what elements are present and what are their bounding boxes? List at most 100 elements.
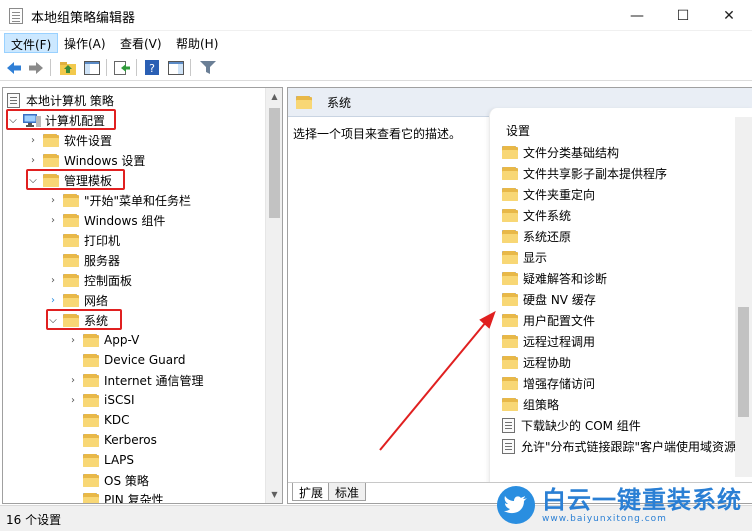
tree-item-iscsi[interactable]: › iSCSI [67, 390, 135, 410]
folder-icon [43, 153, 59, 167]
list-item[interactable]: 文件分类基础结构 [502, 142, 619, 163]
list-item[interactable]: 疑难解答和诊断 [502, 268, 607, 289]
list-item-user-profiles[interactable]: 用户配置文件 [502, 310, 595, 331]
tree-item-control-panel[interactable]: › 控制面板 [47, 270, 132, 290]
collapsed-arrow-icon[interactable]: › [67, 395, 79, 406]
tree-item-network[interactable]: › 网络 [47, 290, 108, 310]
tree-scroll-thumb[interactable] [269, 108, 280, 218]
action-pane-icon[interactable] [166, 58, 186, 77]
scroll-down-icon[interactable]: ▼ [266, 486, 282, 503]
collapsed-arrow-icon[interactable]: › [27, 135, 39, 146]
tree-item-system[interactable]: ⌵ 系统 [47, 310, 108, 330]
scroll-up-icon[interactable]: ▲ [266, 88, 282, 105]
tree-label: OS 策略 [104, 473, 149, 488]
folder-icon [502, 209, 518, 222]
tree-item-windows-settings[interactable]: › Windows 设置 [27, 150, 145, 170]
export-list-icon[interactable] [112, 58, 132, 77]
tree-item-kdc[interactable]: KDC [67, 410, 130, 430]
expand-arrow-icon[interactable]: ⌵ [27, 175, 39, 186]
close-button[interactable]: ✕ [706, 0, 752, 31]
tree-item-internet-comm[interactable]: › Internet 通信管理 [67, 370, 203, 390]
list-item[interactable]: 系统还原 [502, 226, 571, 247]
folder-icon [502, 356, 518, 369]
folder-icon [83, 413, 99, 427]
menu-file[interactable]: 文件(F) [4, 33, 59, 53]
tree-label: LAPS [104, 453, 135, 467]
folder-icon [43, 173, 59, 187]
tab-standard[interactable]: 标准 [328, 483, 367, 501]
tab-extended[interactable]: 扩展 [292, 483, 331, 501]
tree-item-os-policy[interactable]: OS 策略 [67, 470, 149, 490]
collapsed-arrow-icon[interactable]: › [47, 195, 59, 206]
list-item[interactable]: 远程协助 [502, 352, 571, 373]
list-item[interactable]: 增强存储访问 [502, 373, 595, 394]
list-item-label: 系统还原 [523, 230, 572, 244]
tree-label: 服务器 [84, 253, 121, 268]
list-item[interactable]: 文件系统 [502, 205, 571, 226]
list-item-label: 文件共享影子副本提供程序 [523, 167, 668, 181]
tree-item-computer-config[interactable]: ⌵ 计算机配置 [7, 110, 105, 130]
list-item[interactable]: 硬盘 NV 缓存 [502, 289, 596, 310]
tree-item-pin-complexity[interactable]: PIN 复杂性 [67, 489, 164, 503]
expand-arrow-icon[interactable]: ⌵ [7, 115, 19, 126]
collapsed-arrow-icon[interactable]: › [67, 375, 79, 386]
list-item[interactable]: 显示 [502, 247, 547, 268]
tree-item-printers[interactable]: 打印机 [47, 230, 120, 250]
tree-item-root[interactable]: 本地计算机 策略 [7, 90, 114, 110]
status-text: 16 个设置 [6, 513, 62, 527]
expand-arrow-icon[interactable]: ⌵ [47, 315, 59, 326]
collapsed-arrow-icon[interactable]: › [27, 155, 39, 166]
list-item[interactable]: 远程过程调用 [502, 331, 595, 352]
details-pane: 系统 选择一个项目来查看它的描述。 设置 文件分类基础结构 文件共享影子副本提供… [287, 87, 752, 504]
watermark-logo: 白云一键重装系统 www.baiyunxitong.com [497, 478, 752, 531]
show-hide-tree-icon[interactable] [82, 58, 102, 77]
tree-label: iSCSI [104, 393, 135, 407]
folder-icon [83, 333, 99, 347]
tree-item-kerberos[interactable]: Kerberos [67, 430, 157, 450]
collapsed-arrow-icon[interactable]: › [47, 215, 59, 226]
list-item[interactable]: 文件夹重定向 [502, 184, 595, 205]
back-arrow-icon[interactable] [4, 58, 24, 77]
up-folder-icon[interactable] [58, 58, 78, 77]
folder-icon [502, 146, 518, 159]
tree-scrollbar[interactable]: ▲ ▼ [265, 88, 282, 503]
tree-item-laps[interactable]: LAPS [67, 450, 134, 470]
maximize-button[interactable]: ☐ [660, 0, 706, 31]
tree-label: 打印机 [84, 233, 121, 248]
policy-item[interactable]: 下载缺少的 COM 组件 [502, 415, 641, 436]
tree-item-start-menu[interactable]: › "开始"菜单和任务栏 [47, 190, 191, 210]
policy-setting-icon [502, 418, 515, 433]
bird-logo-icon [497, 485, 535, 524]
menu-bar: 文件(F) 操作(A) 查看(V) 帮助(H) [0, 31, 752, 54]
details-scroll-thumb[interactable] [738, 307, 749, 417]
policy-item[interactable]: 允许"分布式链接跟踪"客户端使用域资源 [502, 436, 736, 457]
details-scrollbar[interactable] [735, 117, 752, 477]
menu-help[interactable]: 帮助(H) [170, 33, 224, 53]
tree-item-appv[interactable]: › App-V [67, 330, 139, 350]
folder-icon [83, 373, 99, 387]
list-item[interactable]: 文件共享影子副本提供程序 [502, 163, 667, 184]
tree-item-server[interactable]: 服务器 [47, 250, 120, 270]
settings-column-header[interactable]: 设置 [506, 122, 530, 139]
tree-item-software-settings[interactable]: › 软件设置 [27, 130, 112, 150]
menu-view[interactable]: 查看(V) [114, 33, 168, 53]
list-item[interactable]: 组策略 [502, 394, 559, 415]
list-item-label: 文件系统 [523, 209, 572, 223]
settings-list: 设置 文件分类基础结构 文件共享影子副本提供程序 文件夹重定向 文件系统 系统还… [489, 108, 752, 488]
collapsed-arrow-icon[interactable]: › [67, 335, 79, 346]
tree-label: Windows 组件 [84, 213, 166, 228]
help-icon[interactable]: ? [142, 58, 162, 77]
policy-editor-icon [9, 8, 23, 24]
tree-item-device-guard[interactable]: Device Guard [67, 350, 185, 370]
filter-icon[interactable] [198, 58, 218, 77]
collapsed-arrow-icon[interactable]: › [47, 295, 59, 306]
list-item-label: 硬盘 NV 缓存 [523, 293, 596, 307]
forward-arrow-icon[interactable] [26, 58, 46, 77]
tree-item-windows-components[interactable]: › Windows 组件 [47, 210, 165, 230]
folder-icon [502, 398, 518, 411]
collapsed-arrow-icon[interactable]: › [47, 275, 59, 286]
menu-action[interactable]: 操作(A) [58, 33, 112, 53]
folder-icon [83, 433, 99, 447]
tree-item-admin-templates[interactable]: ⌵ 管理模板 [27, 170, 112, 190]
minimize-button[interactable]: — [614, 0, 660, 31]
